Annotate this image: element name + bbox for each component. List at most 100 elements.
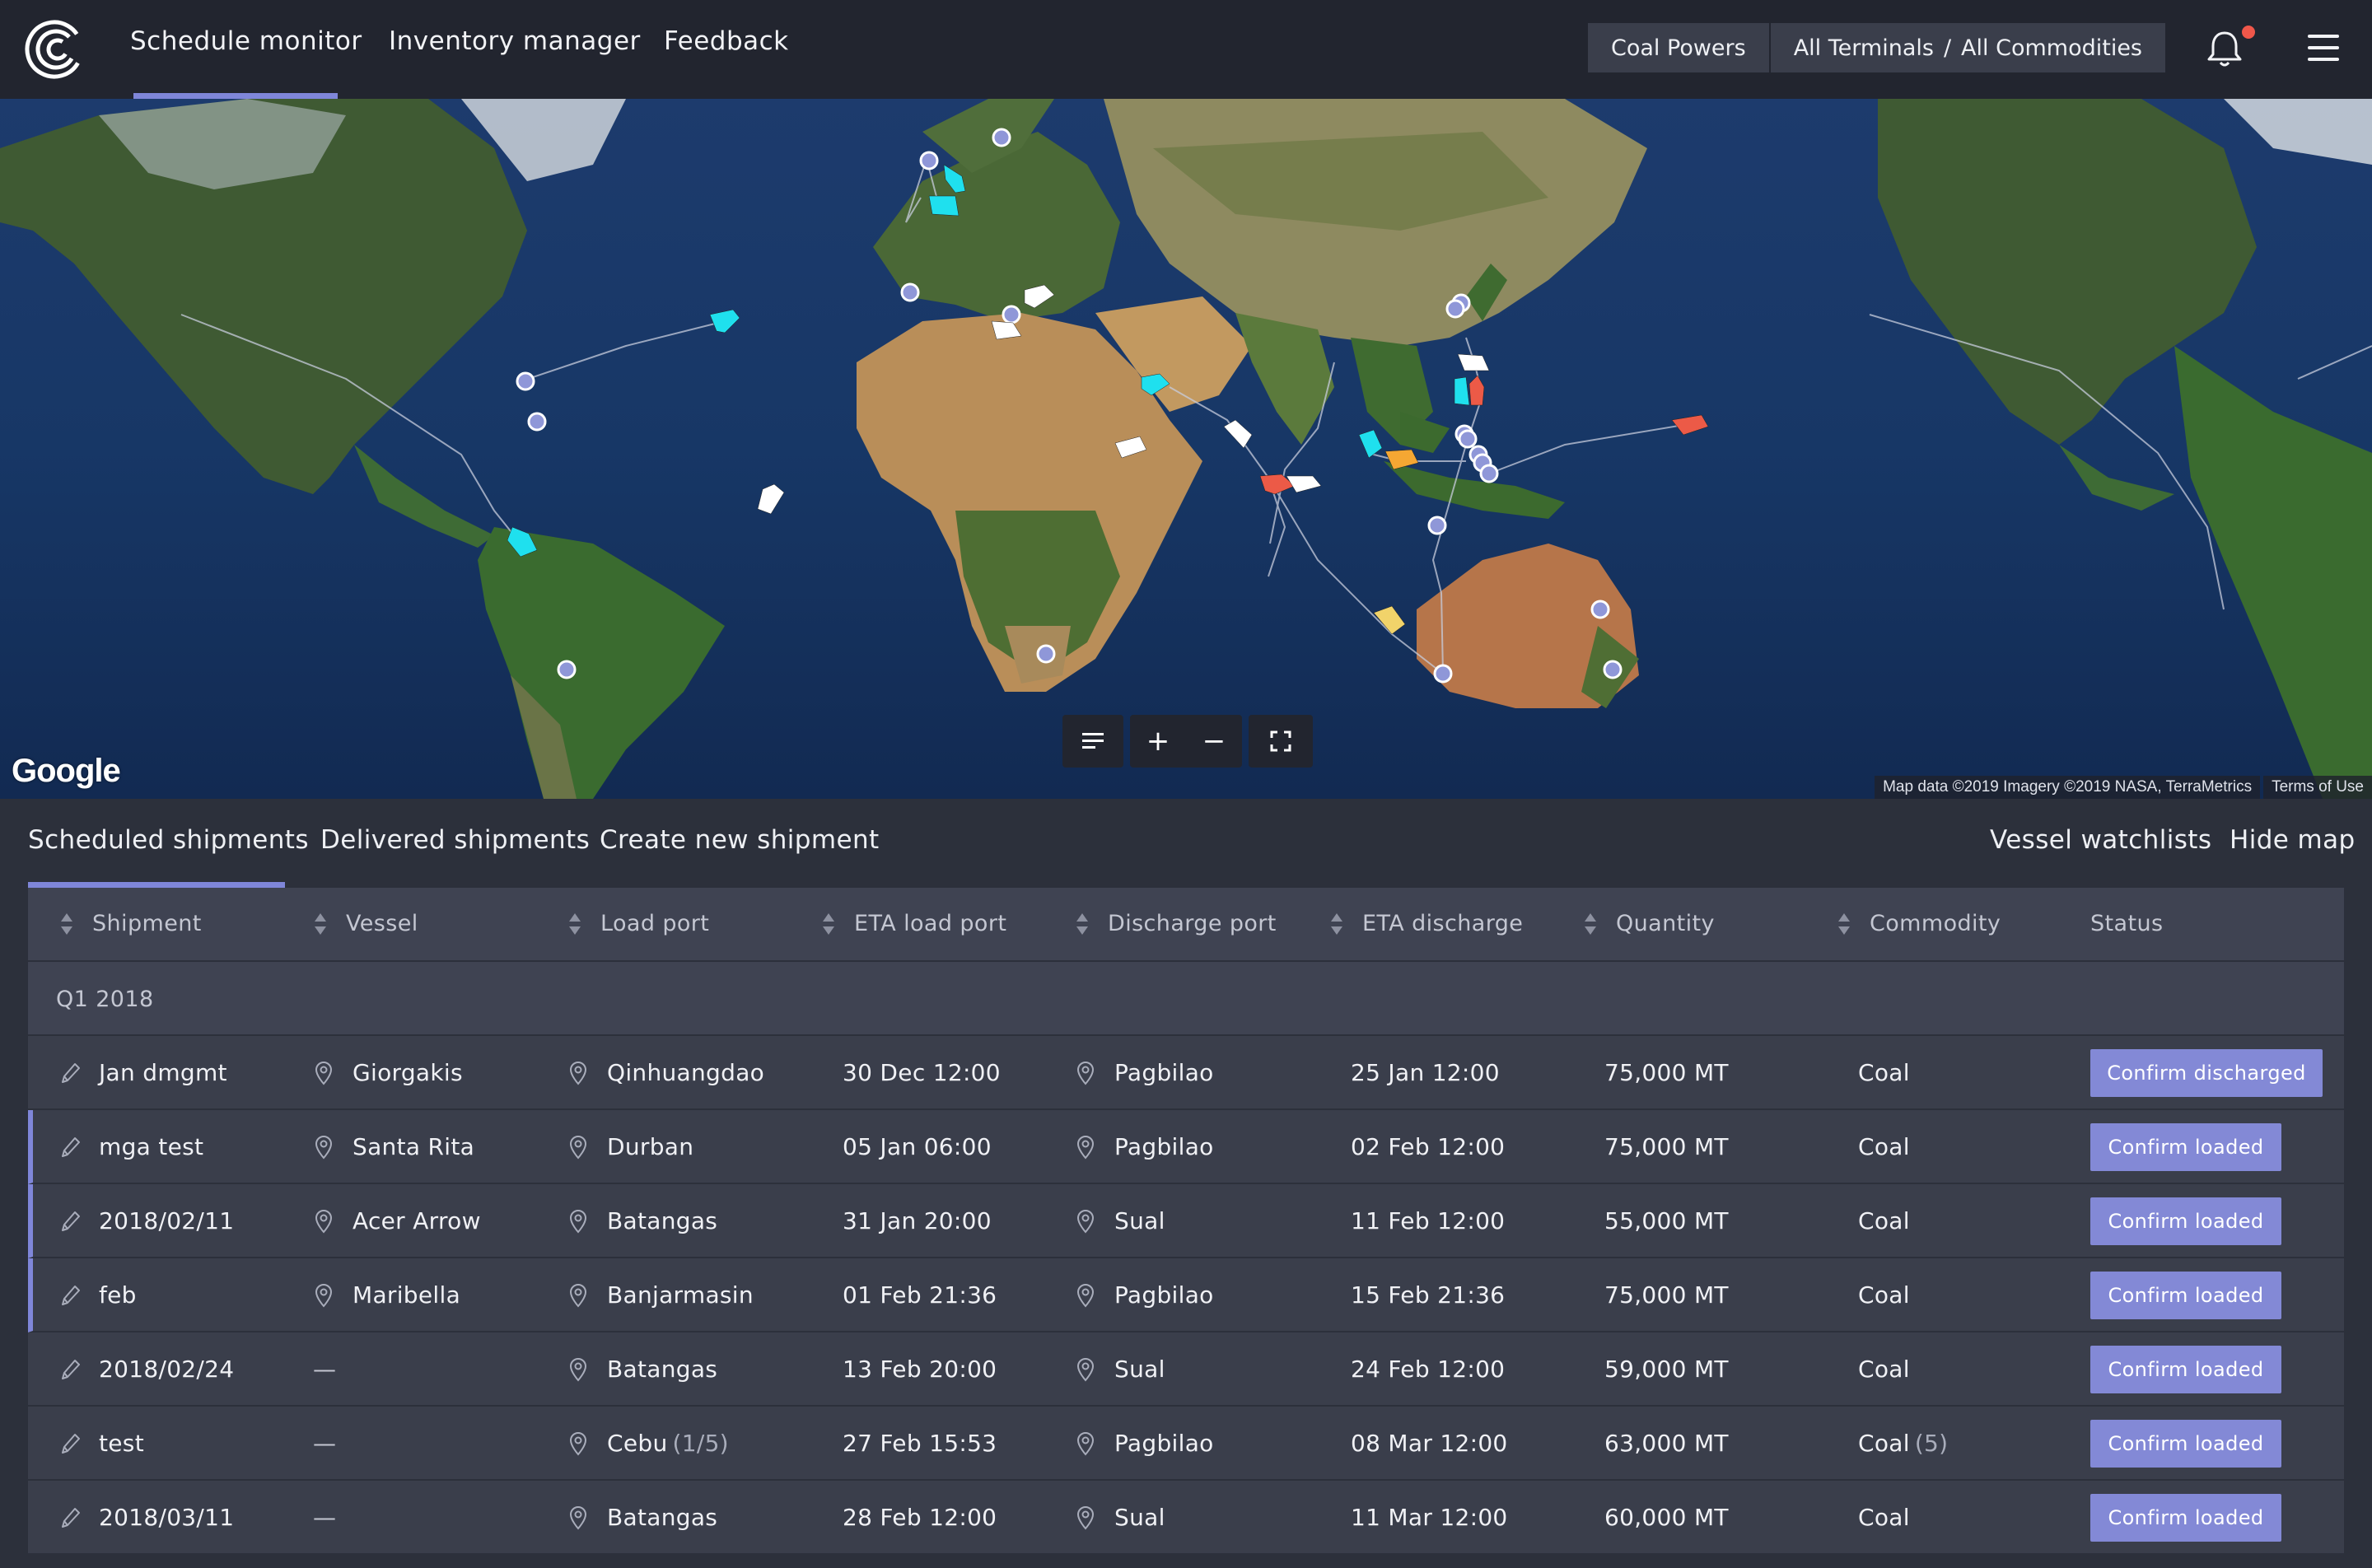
shipment-name[interactable]: 2018/03/11 — [99, 1504, 234, 1531]
shipment-name[interactable]: 2018/02/11 — [99, 1207, 234, 1234]
edit-pencil-icon[interactable] — [59, 1505, 81, 1530]
commodity-value: Coal — [1858, 1430, 1910, 1457]
vessel-cell: Santa Rita — [313, 1133, 474, 1160]
load-port-name: Banjarmasin — [607, 1281, 754, 1309]
nav-link-feedback[interactable]: Feedback — [664, 26, 789, 56]
vessel-marker — [1358, 429, 1383, 459]
vessel-watchlists-link[interactable]: Vessel watchlists — [1990, 825, 2211, 855]
status-action-button[interactable]: Confirm discharged — [2090, 1049, 2323, 1097]
fullscreen-button[interactable] — [1249, 715, 1313, 768]
edit-pencil-icon[interactable] — [59, 1209, 81, 1234]
table-row[interactable]: feb Maribella Banjarmasin 01 Feb 21:36 Pagbi… — [28, 1258, 2344, 1332]
shipment-name[interactable]: feb — [99, 1281, 137, 1309]
table-row[interactable]: test — Cebu (1/5) 27 Feb 15:53 Pagbilao 08 Mar… — [28, 1407, 2344, 1481]
table-row[interactable]: 2018/02/11 Acer Arrow Batangas 31 Jan 20:00… — [28, 1184, 2344, 1258]
nav-link-inventory-manager[interactable]: Inventory manager — [389, 26, 641, 56]
fullscreen-icon — [1270, 730, 1291, 752]
location-pin-icon — [1076, 1135, 1095, 1159]
shipment-name[interactable]: mga test — [99, 1133, 203, 1160]
load-port-name: Batangas — [607, 1207, 718, 1234]
shipment-name[interactable]: 2018/02/24 — [99, 1356, 234, 1383]
tab-scheduled-shipments[interactable]: Scheduled shipments — [28, 825, 309, 855]
sort-icon — [823, 912, 834, 935]
table-row[interactable]: 2018/02/24 — Batangas 13 Feb 20:00 Sual 24 Fe… — [28, 1332, 2344, 1407]
zoom-out-button[interactable]: − — [1202, 725, 1226, 758]
vessel-marker — [1286, 475, 1322, 493]
commodity-value: Coal — [1858, 1504, 1910, 1531]
eta-load-value: 01 Feb 21:36 — [843, 1281, 997, 1309]
edit-pencil-icon[interactable] — [59, 1357, 81, 1382]
vessel-cell: Giorgakis — [313, 1059, 463, 1086]
logo-icon[interactable] — [23, 15, 89, 84]
column-header-discharge-port[interactable]: Discharge port — [1075, 911, 1277, 936]
edit-pencil-icon[interactable] — [59, 1135, 81, 1160]
shipment-name[interactable]: test — [99, 1430, 144, 1457]
vessel-marker — [1141, 373, 1170, 396]
discharge-port-name: Sual — [1114, 1356, 1165, 1383]
column-header-shipment[interactable]: Shipment — [59, 911, 202, 936]
vessel-map[interactable]: Google Map data ©2019 Imagery ©2019 NASA… — [0, 99, 2372, 799]
vessel-marker — [928, 195, 960, 217]
hamburger-menu-icon[interactable] — [2308, 35, 2339, 61]
column-header-load-port[interactable]: Load port — [567, 911, 709, 936]
table-row[interactable]: 2018/03/11 — Batangas 28 Feb 12:00 Sual 11 Ma… — [28, 1481, 2344, 1555]
load-port-cell: Batangas — [567, 1207, 717, 1234]
tab-create-new-shipment[interactable]: Create new shipment — [600, 825, 880, 855]
eta-load-cell: 28 Feb 12:00 — [843, 1504, 997, 1531]
vessel-marker — [1114, 436, 1147, 459]
column-header-quantity[interactable]: Quantity — [1583, 911, 1715, 936]
empty-value: — — [313, 1430, 337, 1457]
status-action-button[interactable]: Confirm loaded — [2090, 1494, 2281, 1542]
load-port-cell: Durban — [567, 1133, 693, 1160]
vessel-marker — [1373, 605, 1406, 635]
tab-delivered-shipments[interactable]: Delivered shipments — [320, 825, 590, 855]
empty-value: — — [313, 1356, 337, 1383]
commodity-value: Coal — [1858, 1281, 1910, 1309]
table-row[interactable]: mga test Santa Rita Durban 05 Jan 06:00 Pagb… — [28, 1110, 2344, 1184]
eta-load-value: 05 Jan 06:00 — [843, 1133, 992, 1160]
discharge-port-cell: Sual — [1075, 1207, 1165, 1234]
eta-discharge-value: 15 Feb 21:36 — [1351, 1281, 1506, 1309]
shipment-cell: test — [59, 1430, 144, 1457]
eta-discharge-cell: 24 Feb 12:00 — [1351, 1356, 1505, 1383]
discharge-port-cell: Sual — [1075, 1504, 1165, 1531]
edit-pencil-icon[interactable] — [59, 1431, 81, 1456]
status-action-button[interactable]: Confirm loaded — [2090, 1346, 2281, 1393]
discharge-port-cell: Sual — [1075, 1356, 1165, 1383]
column-header-eta-discharge[interactable]: ETA discharge — [1329, 911, 1523, 936]
map-attribution: Map data ©2019 Imagery ©2019 NASA, Terra… — [1875, 776, 2372, 799]
quantity-cell: 75,000 MT — [1604, 1059, 1729, 1086]
column-header-eta-load-port[interactable]: ETA load port — [821, 911, 1006, 936]
table-row[interactable]: Jan dmgmt Giorgakis Qinhuangdao 30 Dec 12:0… — [28, 1036, 2344, 1110]
terms-of-use-link[interactable]: Terms of Use — [2263, 776, 2372, 799]
load-port-cell: Qinhuangdao — [567, 1059, 764, 1086]
legend-toggle-button[interactable] — [1062, 715, 1123, 768]
status-action-button[interactable]: Confirm loaded — [2090, 1272, 2281, 1319]
vessel-marker — [1468, 375, 1485, 406]
group-header-row: Q1 2018 — [28, 962, 2344, 1036]
load-port-name: Qinhuangdao — [607, 1059, 765, 1086]
shipment-name[interactable]: Jan dmgmt — [99, 1059, 227, 1086]
hide-map-link[interactable]: Hide map — [2230, 825, 2356, 855]
status-action-button[interactable]: Confirm loaded — [2090, 1123, 2281, 1171]
edit-pencil-icon[interactable] — [59, 1061, 81, 1085]
bell-icon[interactable] — [2206, 28, 2244, 69]
sort-icon — [569, 912, 581, 935]
status-action-button[interactable]: Confirm loaded — [2090, 1197, 2281, 1245]
nav-link-schedule-monitor[interactable]: Schedule monitor — [130, 26, 362, 56]
commodity-value: Coal — [1858, 1356, 1910, 1383]
location-pin-icon — [1076, 1209, 1095, 1233]
terminal-commodity-selector[interactable]: All Terminals / All Commodities — [1770, 23, 2166, 72]
commodity-cell: Coal — [1858, 1133, 1910, 1160]
zoom-in-button[interactable]: + — [1146, 725, 1170, 758]
company-selector[interactable]: Coal Powers — [1588, 23, 1769, 72]
status-action-button[interactable]: Confirm loaded — [2090, 1420, 2281, 1468]
discharge-port-cell: Pagbilao — [1075, 1430, 1214, 1457]
edit-pencil-icon[interactable] — [59, 1283, 81, 1308]
column-header-vessel[interactable]: Vessel — [313, 911, 418, 936]
vessel-cell: Maribella — [313, 1281, 460, 1309]
vessel-name: Santa Rita — [353, 1133, 475, 1160]
quantity-cell: 63,000 MT — [1604, 1430, 1729, 1457]
column-header-commodity[interactable]: Commodity — [1837, 911, 2001, 936]
vessel-marker — [1671, 414, 1709, 436]
